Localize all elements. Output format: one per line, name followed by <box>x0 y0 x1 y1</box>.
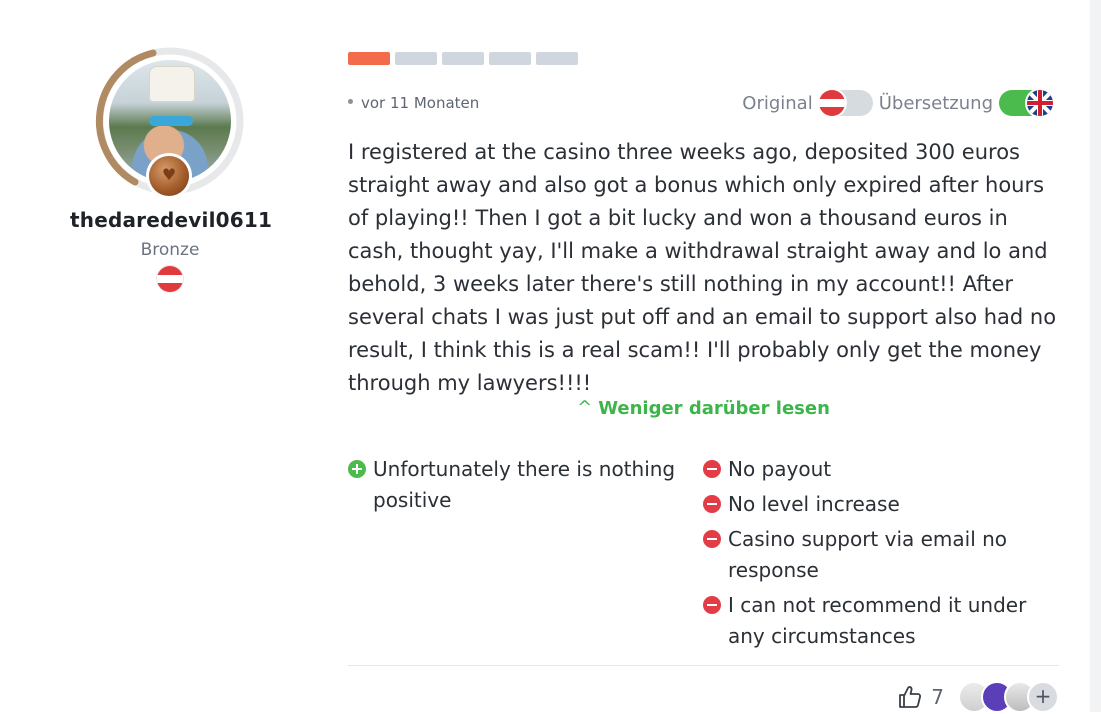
thumbs-up-icon <box>899 686 922 708</box>
review-date-text: vor 11 Monaten <box>361 94 480 112</box>
review-card: vor 11 Monaten Original Übersetzung I re… <box>348 52 1059 648</box>
pros-list: Unfortunately there is nothing positive <box>348 454 693 520</box>
original-label[interactable]: Original <box>742 93 812 114</box>
scrollbar-track[interactable] <box>1090 0 1101 712</box>
rating-segment <box>536 52 578 65</box>
minus-circle-icon <box>703 596 721 614</box>
review-date: vor 11 Monaten <box>348 94 479 112</box>
username[interactable]: thedaredevil0611 <box>70 208 272 232</box>
con-text: No payout <box>728 457 832 481</box>
review-text: I registered at the casino three weeks a… <box>348 140 1057 395</box>
plus-circle-icon <box>348 460 366 478</box>
bullet-icon <box>348 99 353 104</box>
chevron-up-icon: ^ <box>577 397 593 418</box>
read-less-link[interactable]: ^ Weniger darüber lesen <box>348 397 1059 419</box>
con-item: Casino support via email no response <box>703 524 1059 586</box>
cons-list: No payout No level increase Casino support… <box>703 454 1059 656</box>
user-rank: Bronze <box>140 240 200 260</box>
more-likers-button[interactable]: + <box>1027 681 1059 713</box>
liker-avatars[interactable]: + <box>958 681 1059 713</box>
con-item: I can not recommend it under any circums… <box>703 590 1059 652</box>
con-item: No payout <box>703 454 1059 485</box>
reviewer-profile: ♥ thedaredevil0611 Bronze <box>70 40 272 292</box>
translation-switcher: Original Übersetzung <box>742 88 1059 118</box>
rating-segment <box>348 52 390 65</box>
heart-medal-icon: ♥ <box>149 156 189 196</box>
con-item: No level increase <box>703 489 1059 520</box>
rating-segment <box>442 52 484 65</box>
original-toggle[interactable] <box>818 90 873 116</box>
translation-label[interactable]: Übersetzung <box>879 93 993 114</box>
review-meta: vor 11 Monaten Original Übersetzung <box>348 88 1059 118</box>
read-less-label: Weniger darüber lesen <box>598 398 830 419</box>
minus-circle-icon <box>703 495 721 513</box>
like-button[interactable]: 7 <box>897 684 958 710</box>
minus-circle-icon <box>703 460 721 478</box>
uk-flag-icon <box>1027 90 1053 116</box>
divider <box>348 665 1059 666</box>
con-text: Casino support via email no response <box>728 527 1008 582</box>
pro-item: Unfortunately there is nothing positive <box>348 454 693 516</box>
rating-segment <box>489 52 531 65</box>
avatar[interactable]: ♥ <box>95 46 245 196</box>
rating-segment <box>395 52 437 65</box>
austria-flag-icon <box>818 90 845 116</box>
pro-text: Unfortunately there is nothing positive <box>373 457 676 512</box>
review-footer: 7 + <box>897 680 1059 714</box>
minus-circle-icon <box>703 530 721 548</box>
translation-toggle[interactable] <box>999 90 1053 116</box>
con-text: No level increase <box>728 492 900 516</box>
rating-bar <box>348 52 1059 65</box>
country-flag-icon <box>157 266 183 292</box>
con-text: I can not recommend it under any circums… <box>728 593 1027 648</box>
like-count: 7 <box>931 685 944 709</box>
